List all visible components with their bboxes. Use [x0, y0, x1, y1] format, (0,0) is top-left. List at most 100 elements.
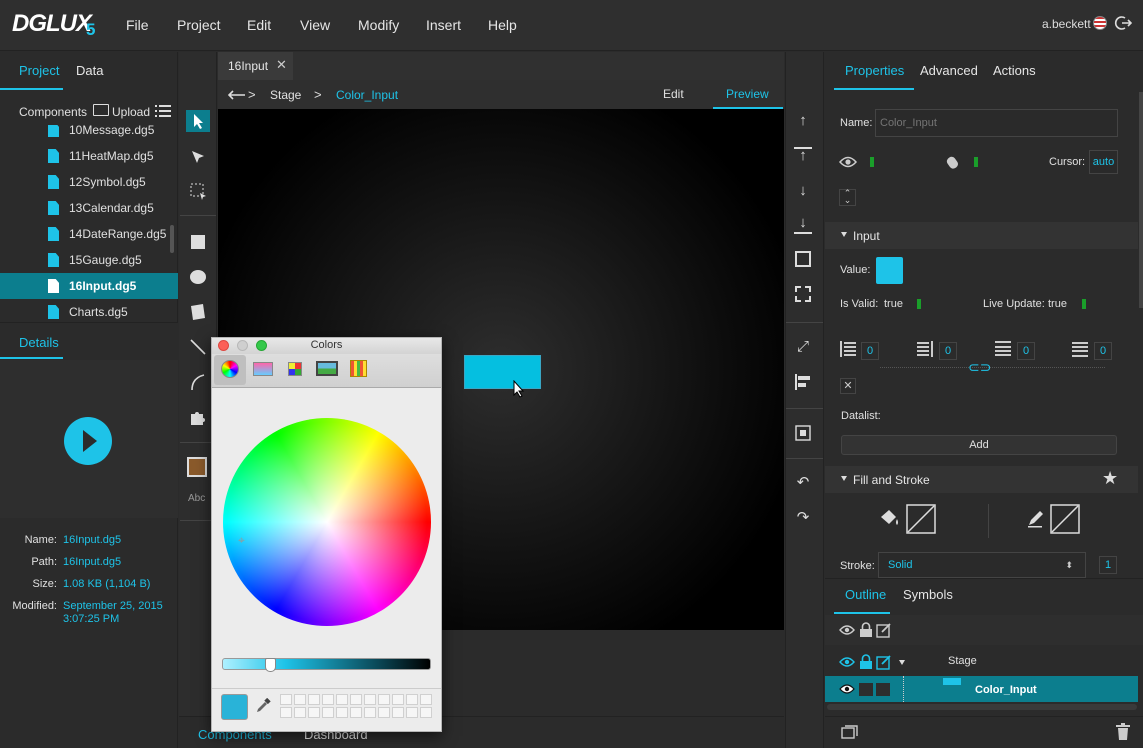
file-row-charts[interactable]: Charts.dg5	[0, 299, 178, 321]
sliders-mode-icon[interactable]	[253, 362, 273, 376]
send-to-back-icon[interactable]: ↓	[794, 215, 812, 234]
tab-details[interactable]: Details	[19, 335, 59, 350]
padding-bottom-input[interactable]: 0	[1094, 342, 1112, 360]
image-palette-mode-icon[interactable]	[316, 361, 338, 376]
padding-right-input[interactable]: 0	[939, 342, 957, 360]
breadcrumb-stage[interactable]: Stage	[270, 88, 301, 102]
upload-folder-icon[interactable]	[93, 104, 109, 116]
us-flag-icon[interactable]	[1093, 16, 1107, 30]
link-icon[interactable]: ⊂⊃	[968, 359, 991, 376]
stroke-style-select[interactable]: Solid ⬍	[878, 552, 1086, 578]
row-eye-icon[interactable]	[839, 683, 855, 695]
menu-project[interactable]: Project	[177, 17, 221, 33]
outline-horizontal-scrollbar[interactable]	[827, 704, 1137, 710]
logout-icon[interactable]	[1114, 14, 1132, 32]
section-fill-stroke-header[interactable]: Fill and Stroke	[825, 466, 1138, 493]
fill-none-swatch[interactable]	[906, 504, 936, 534]
zoom-window-button[interactable]	[256, 340, 267, 351]
bring-forward-icon[interactable]: ↑	[794, 112, 812, 130]
brightness-slider-thumb[interactable]	[265, 658, 276, 672]
tab-data[interactable]: Data	[76, 63, 103, 78]
section-input-header[interactable]: Input	[825, 222, 1138, 249]
breadcrumb-color-input[interactable]: Color_Input	[336, 88, 398, 102]
mode-edit-tab[interactable]: Edit	[663, 87, 684, 101]
menu-file[interactable]: File	[126, 17, 149, 33]
outline-lock-icon[interactable]	[859, 622, 873, 638]
visibility-eye-icon[interactable]	[839, 155, 857, 169]
menu-insert[interactable]: Insert	[426, 17, 461, 33]
color-wheel[interactable]	[223, 418, 431, 626]
expand-triangle-icon[interactable]	[899, 660, 905, 665]
redo-icon[interactable]: ↷	[794, 509, 812, 527]
line-tool-icon[interactable]	[188, 337, 208, 357]
expand-icon[interactable]: ⤢	[794, 338, 812, 356]
expand-collapse-icon[interactable]: ⌃ ⌄	[839, 189, 856, 206]
stroke-width-input[interactable]: 1	[1099, 556, 1117, 574]
current-color-well[interactable]	[221, 694, 248, 720]
brightness-slider[interactable]	[222, 658, 431, 670]
close-window-button[interactable]	[218, 340, 229, 351]
fit-content-icon[interactable]	[795, 286, 811, 302]
tab-project[interactable]: Project	[19, 63, 59, 78]
file-row-10message[interactable]: 10Message.dg5	[0, 125, 178, 143]
colors-picker-window[interactable]: Colors ⌖	[211, 337, 442, 732]
wheel-crosshair-icon[interactable]: ⌖	[238, 533, 245, 548]
eyedropper-icon[interactable]	[255, 698, 271, 714]
file-list-scrollbar[interactable]	[170, 225, 174, 253]
play-icon[interactable]	[64, 417, 112, 465]
tab-outline[interactable]: Outline	[845, 587, 886, 602]
list-view-icon[interactable]	[155, 104, 171, 118]
trash-icon[interactable]	[1116, 723, 1130, 740]
mouse-interaction-icon[interactable]	[944, 154, 962, 170]
row-edit-toggle[interactable]	[876, 683, 890, 696]
menu-modify[interactable]: Modify	[358, 17, 399, 33]
row-eye-icon[interactable]	[839, 656, 855, 668]
send-backward-icon[interactable]: ↓	[794, 182, 812, 200]
color-wheel-mode-icon[interactable]	[221, 360, 239, 378]
select-arrow-icon[interactable]	[188, 111, 208, 131]
stroke-none-swatch[interactable]	[1050, 504, 1080, 534]
marquee-select-icon[interactable]	[188, 181, 208, 201]
tab-advanced[interactable]: Advanced	[920, 63, 978, 78]
menu-help[interactable]: Help	[488, 17, 517, 33]
upload-button[interactable]: Upload	[112, 105, 150, 119]
row-lock-icon[interactable]	[859, 654, 873, 670]
component-puzzle-icon[interactable]	[188, 407, 208, 427]
fit-to-parent-icon[interactable]	[795, 251, 811, 267]
cursor-select[interactable]: auto	[1089, 150, 1118, 174]
clear-icon[interactable]: ✕	[840, 378, 856, 394]
mode-preview-tab[interactable]: Preview	[726, 87, 769, 101]
crayons-mode-icon[interactable]	[350, 360, 367, 377]
direct-select-icon[interactable]	[188, 147, 208, 167]
close-tab-icon[interactable]: ✕	[276, 57, 287, 73]
outline-eye-icon[interactable]	[839, 624, 855, 636]
tab-actions[interactable]: Actions	[993, 63, 1036, 78]
live-update-toggle[interactable]	[1082, 299, 1086, 309]
undo-icon[interactable]: ↶	[794, 474, 812, 492]
polygon-tool-icon[interactable]	[188, 302, 208, 322]
row-lock-toggle[interactable]	[859, 683, 873, 696]
back-forward-arrows-icon[interactable]	[228, 88, 246, 102]
menu-edit[interactable]: Edit	[247, 17, 271, 33]
visibility-toggle[interactable]	[870, 157, 874, 167]
palettes-mode-icon[interactable]	[288, 362, 302, 376]
curve-tool-icon[interactable]	[188, 372, 208, 392]
outline-row-color-input[interactable]: Color_Input	[825, 676, 1138, 702]
properties-scrollbar[interactable]	[1139, 92, 1143, 308]
saved-swatches-grid[interactable]	[280, 694, 432, 720]
favorite-star-icon[interactable]: ★	[1102, 468, 1118, 489]
rectangle-tool-icon[interactable]	[188, 232, 208, 252]
image-tool-icon[interactable]	[187, 457, 207, 477]
name-input[interactable]	[875, 109, 1118, 137]
file-row-14daterange[interactable]: 14DateRange.dg5	[0, 221, 178, 247]
file-row-11heatmap[interactable]: 11HeatMap.dg5	[0, 143, 178, 169]
text-tool-icon[interactable]: Abc	[188, 493, 205, 504]
row-edit-icon[interactable]	[876, 654, 892, 670]
bring-to-front-icon[interactable]: ↑	[794, 147, 812, 165]
new-layer-icon[interactable]	[841, 724, 859, 740]
add-datalist-button[interactable]: Add	[841, 435, 1117, 455]
file-row-15gauge[interactable]: 15Gauge.dg5	[0, 247, 178, 273]
minimize-window-button[interactable]	[237, 340, 248, 351]
tab-symbols[interactable]: Symbols	[903, 587, 953, 602]
doc-tab-16input[interactable]: 16Input ✕	[218, 52, 293, 80]
